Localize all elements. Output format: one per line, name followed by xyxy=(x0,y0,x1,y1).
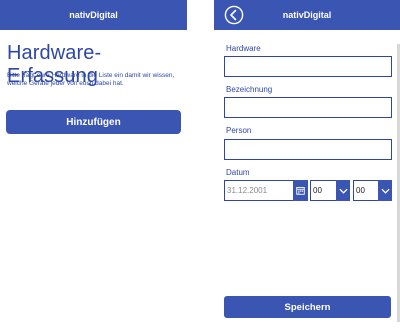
person-label: Person xyxy=(226,126,252,135)
back-icon[interactable] xyxy=(224,5,244,25)
minute-dropdown-button[interactable] xyxy=(378,180,392,201)
bezeichnung-label: Bezeichnung xyxy=(226,85,273,94)
form-screen: nativDigital Hardware Bezeichnung Person… xyxy=(214,0,400,329)
minute-value: 00 xyxy=(356,186,365,195)
app-title: nativDigital xyxy=(282,10,332,20)
calendar-icon xyxy=(296,186,305,195)
chevron-down-icon xyxy=(338,188,348,194)
add-button-label: Hinzufügen xyxy=(66,116,121,128)
hardware-input[interactable] xyxy=(224,56,392,77)
calendar-button[interactable] xyxy=(293,180,308,201)
minute-select[interactable]: 00 xyxy=(353,180,392,201)
save-button-label: Speichern xyxy=(284,301,331,313)
hour-select[interactable]: 00 xyxy=(310,180,350,201)
hour-value: 00 xyxy=(313,186,322,195)
person-input[interactable] xyxy=(224,139,392,160)
hour-dropdown-button[interactable] xyxy=(336,180,350,201)
date-placeholder: 31.12.2001 xyxy=(227,186,268,195)
add-button[interactable]: Hinzufügen xyxy=(6,110,181,134)
app-header: nativDigital xyxy=(0,0,187,30)
start-screen: nativDigital Hardware-Erfassung Bitte tr… xyxy=(0,0,187,329)
datum-label: Datum xyxy=(226,168,250,177)
save-button[interactable]: Speichern xyxy=(224,296,391,318)
hardware-label: Hardware xyxy=(226,44,261,53)
bezeichnung-input[interactable] xyxy=(224,97,392,118)
app-title: nativDigital xyxy=(69,10,118,20)
page-description: Bitte tragt eure Hardware in die Liste e… xyxy=(7,72,175,87)
chevron-down-icon xyxy=(380,188,390,194)
